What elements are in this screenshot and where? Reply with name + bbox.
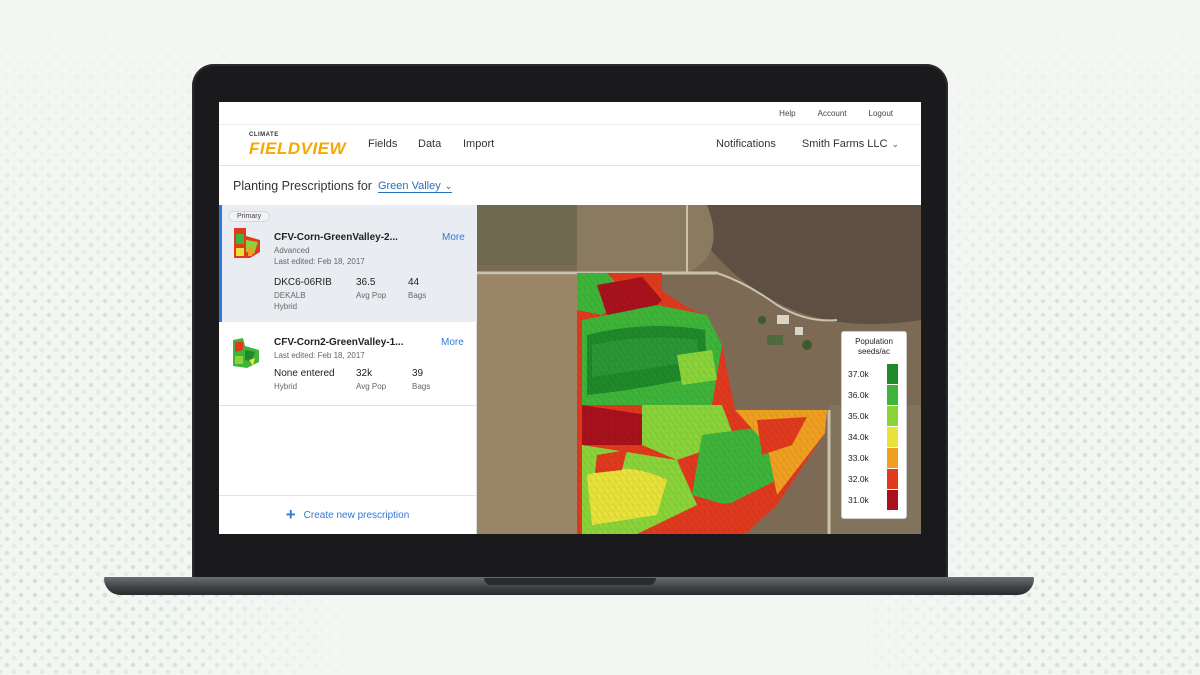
- logo-small-text: CLIMATE: [249, 132, 279, 138]
- more-link[interactable]: More: [442, 232, 465, 243]
- logo-big-text: FIELDVIEW: [249, 139, 347, 158]
- fieldview-logo[interactable]: CLIMATE FIELDVIEW: [249, 131, 353, 161]
- legend-swatch: [887, 427, 898, 447]
- legend-title: Population: [855, 337, 893, 346]
- last-edited: Last edited: Feb 18, 2017: [274, 351, 365, 360]
- legend-swatch: [887, 469, 898, 489]
- legend-swatch: [887, 385, 898, 405]
- prescription-name: CFV-Corn-GreenValley-2...: [274, 232, 398, 243]
- primary-badge: Primary: [228, 211, 271, 222]
- avg-pop-label: Avg Pop: [356, 291, 387, 300]
- legend-swatch: [887, 406, 898, 426]
- hybrid-value: None entered: [274, 368, 335, 379]
- legend-label: 35.0k: [848, 411, 869, 421]
- legend-label: 31.0k: [848, 495, 869, 505]
- laptop-notch: [484, 578, 656, 585]
- create-prescription-button[interactable]: + Create new prescription: [219, 495, 476, 534]
- prescription-type: Advanced: [274, 246, 310, 255]
- plus-icon: +: [285, 505, 296, 524]
- nav-fields[interactable]: Fields: [368, 138, 397, 150]
- app-screen: Help Account Logout CLIMATE FIELDVIEW Fi…: [219, 102, 921, 534]
- field-thumbnail: [233, 338, 259, 368]
- bags-value: 39: [412, 368, 424, 379]
- legend-label: 34.0k: [848, 432, 869, 442]
- legend-swatch: [887, 448, 898, 468]
- page-header: Planting Prescriptions for Green Valley ⌄: [219, 166, 921, 207]
- prescription-card[interactable]: CFV-Corn2-GreenValley-1... More Last edi…: [219, 323, 476, 406]
- avg-pop-value: 32k: [356, 368, 373, 379]
- prescription-name: CFV-Corn2-GreenValley-1...: [274, 337, 404, 348]
- avg-pop-label: Avg Pop: [356, 382, 387, 391]
- legend-swatch: [887, 364, 898, 384]
- prescription-map[interactable]: Population seeds/ac 37.0k 36.0k 35.0k 34.0k…: [477, 205, 921, 534]
- chevron-down-icon: ⌄: [891, 139, 899, 149]
- legend-unit: seeds/ac: [857, 347, 891, 356]
- field-name: Green Valley: [377, 179, 441, 192]
- field-thumbnail: [234, 228, 260, 258]
- legend-swatch: [887, 490, 898, 510]
- prescription-sidebar: Primary CFV-Corn-GreenValley-2... More A…: [219, 205, 479, 534]
- hybrid-label: Hybrid: [274, 302, 298, 311]
- nav-import[interactable]: Import: [463, 138, 494, 150]
- prescription-card[interactable]: Primary CFV-Corn-GreenValley-2... More A…: [219, 205, 479, 322]
- hybrid-value: DKC6-06RIB: [274, 277, 332, 288]
- page-title: Planting Prescriptions for: [233, 179, 372, 193]
- account-link[interactable]: Account: [818, 109, 847, 118]
- content-area: Primary CFV-Corn-GreenValley-2... More A…: [219, 205, 921, 534]
- legend-label: 32.0k: [848, 474, 869, 484]
- org-name: Smith Farms LLC: [801, 138, 888, 150]
- population-legend: Population seeds/ac 37.0k 36.0k 35.0k 34.0k…: [841, 331, 907, 519]
- org-selector[interactable]: Smith Farms LLC ⌄: [802, 138, 899, 150]
- field-selector[interactable]: Green Valley ⌄: [377, 179, 453, 193]
- bags-label: Bags: [408, 291, 427, 300]
- nav-notifications[interactable]: Notifications: [716, 138, 776, 150]
- hybrid-label: Hybrid: [274, 382, 298, 391]
- create-prescription-label: Create new prescription: [303, 509, 410, 521]
- help-link[interactable]: Help: [779, 109, 795, 118]
- utility-bar: Help Account Logout: [219, 102, 921, 125]
- main-nav: CLIMATE FIELDVIEW Fields Data Import Not…: [219, 125, 921, 166]
- avg-pop-value: 36.5: [356, 277, 376, 288]
- hybrid-brand: DEKALB: [274, 291, 306, 300]
- last-edited: Last edited: Feb 18, 2017: [274, 257, 365, 266]
- chevron-down-icon: ⌄: [444, 180, 453, 191]
- bags-value: 44: [408, 277, 420, 288]
- legend-label: 37.0k: [848, 369, 869, 379]
- more-link[interactable]: More: [441, 337, 464, 348]
- nav-data[interactable]: Data: [418, 138, 441, 150]
- legend-label: 36.0k: [848, 390, 869, 400]
- logout-link[interactable]: Logout: [869, 109, 893, 118]
- bags-label: Bags: [412, 382, 431, 391]
- legend-label: 33.0k: [848, 453, 869, 463]
